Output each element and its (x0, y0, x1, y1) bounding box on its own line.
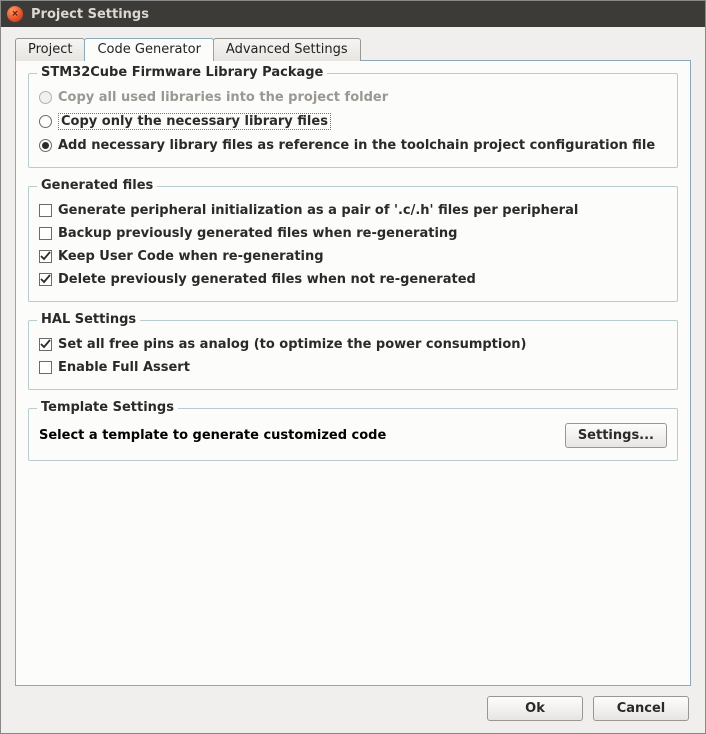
group-generated: Generated files Generate peripheral init… (28, 186, 678, 302)
checkbox-pair-label: Generate peripheral initialization as a … (58, 203, 578, 218)
checkbox-row-pair[interactable]: Generate peripheral initialization as a … (39, 199, 667, 222)
settings-button[interactable]: Settings... (565, 423, 667, 448)
checkbox-delete-prev[interactable] (39, 273, 52, 286)
radio-copy-necessary[interactable] (39, 115, 52, 128)
radio-copy-all-label: Copy all used libraries into the project… (58, 90, 388, 105)
radio-row-reference[interactable]: Add necessary library files as reference… (39, 134, 667, 157)
group-firmware-title: STM32Cube Firmware Library Package (37, 65, 327, 80)
content-area: Project Code Generator Advanced Settings… (1, 27, 705, 733)
group-template: Template Settings Select a template to g… (28, 408, 678, 461)
tab-advanced-settings[interactable]: Advanced Settings (213, 38, 361, 61)
checkbox-backup-label: Backup previously generated files when r… (58, 226, 457, 241)
checkbox-assert[interactable] (39, 361, 52, 374)
ok-button[interactable]: Ok (487, 696, 583, 721)
checkbox-row-delete-prev[interactable]: Delete previously generated files when n… (39, 268, 667, 291)
tab-project[interactable]: Project (15, 38, 85, 61)
close-icon[interactable]: × (7, 6, 23, 22)
checkbox-keep-user[interactable] (39, 250, 52, 263)
checkbox-pair[interactable] (39, 204, 52, 217)
checkbox-analog-label: Set all free pins as analog (to optimize… (58, 337, 526, 352)
radio-copy-all (39, 91, 52, 104)
tabs-row: Project Code Generator Advanced Settings (15, 37, 691, 61)
checkbox-row-assert[interactable]: Enable Full Assert (39, 356, 667, 379)
template-label: Select a template to generate customized… (39, 428, 386, 443)
group-firmware: STM32Cube Firmware Library Package Copy … (28, 73, 678, 168)
cancel-button[interactable]: Cancel (593, 696, 689, 721)
radio-copy-necessary-label: Copy only the necessary library files (58, 113, 331, 130)
window: × Project Settings Project Code Generato… (0, 0, 706, 734)
checkbox-analog[interactable] (39, 338, 52, 351)
checkbox-row-analog[interactable]: Set all free pins as analog (to optimize… (39, 333, 667, 356)
radio-reference[interactable] (39, 139, 52, 152)
titlebar: × Project Settings (1, 1, 705, 27)
radio-reference-label: Add necessary library files as reference… (58, 138, 655, 153)
checkbox-row-backup[interactable]: Backup previously generated files when r… (39, 222, 667, 245)
radio-row-copy-all: Copy all used libraries into the project… (39, 86, 667, 109)
buttons-bar: Ok Cancel (15, 686, 691, 721)
checkbox-row-keep-user[interactable]: Keep User Code when re-generating (39, 245, 667, 268)
group-hal-title: HAL Settings (37, 312, 140, 327)
group-template-title: Template Settings (37, 400, 178, 415)
checkbox-backup[interactable] (39, 227, 52, 240)
group-generated-title: Generated files (37, 178, 157, 193)
checkbox-assert-label: Enable Full Assert (58, 360, 190, 375)
checkbox-keep-user-label: Keep User Code when re-generating (58, 249, 324, 264)
group-hal: HAL Settings Set all free pins as analog… (28, 320, 678, 390)
tab-code-generator[interactable]: Code Generator (84, 38, 213, 61)
radio-row-copy-necessary[interactable]: Copy only the necessary library files (39, 109, 667, 134)
tab-panel: STM32Cube Firmware Library Package Copy … (15, 60, 691, 686)
spacer (28, 479, 678, 673)
checkbox-delete-prev-label: Delete previously generated files when n… (58, 272, 476, 287)
window-title: Project Settings (31, 7, 149, 22)
